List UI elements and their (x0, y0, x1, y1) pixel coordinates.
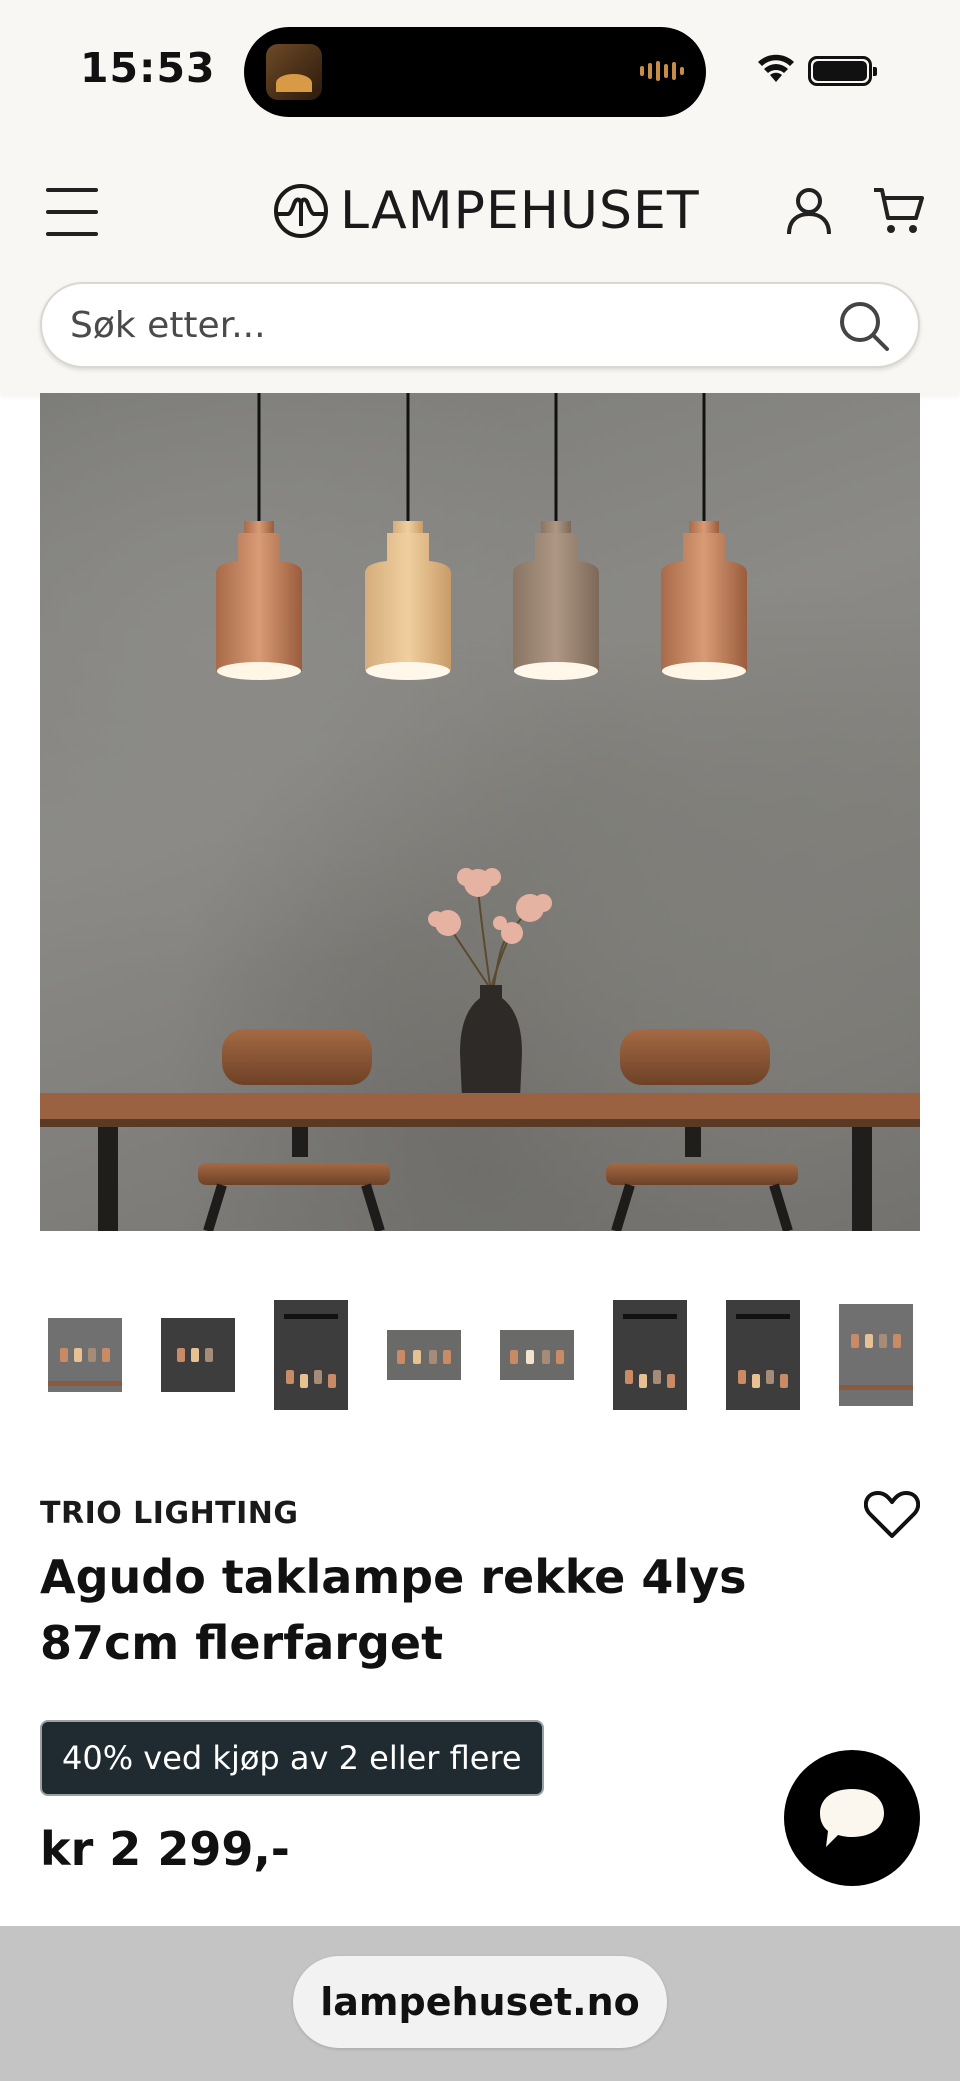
promo-badge: 40% ved kjøp av 2 eller flere (40, 1720, 544, 1796)
browser-url-bar: lampehuset.no (0, 1926, 960, 2081)
cart-icon[interactable] (872, 186, 924, 236)
thumbnail-image (726, 1300, 800, 1410)
thumbnail-2[interactable] (153, 1290, 243, 1420)
product-main-image[interactable] (40, 393, 920, 1231)
site-header: LAMPEHUSET (0, 140, 960, 393)
thumbnail-image (161, 1318, 235, 1392)
thumbnail-strip (40, 1290, 940, 1420)
thumbnail-image (613, 1300, 687, 1410)
chat-button[interactable] (784, 1750, 920, 1886)
thumbnail-6[interactable] (605, 1290, 695, 1420)
thumbnail-image (274, 1300, 348, 1410)
status-bar: 15:53 (0, 0, 960, 140)
hamburger-menu-icon[interactable] (46, 188, 100, 236)
product-title: Agudo taklampe rekke 4lys 87cm flerfarge… (40, 1550, 747, 1670)
thumbnail-4[interactable] (379, 1290, 469, 1420)
product-photo-illustration (40, 393, 920, 1231)
thumbnail-1[interactable] (40, 1290, 130, 1420)
site-logo[interactable]: LAMPEHUSET (272, 180, 700, 242)
thumbnail-5[interactable] (492, 1290, 582, 1420)
now-playing-app-icon (266, 44, 322, 100)
logo-mark-icon (274, 184, 328, 238)
product-brand[interactable]: TRIO LIGHTING (40, 1496, 299, 1531)
search-input[interactable] (70, 284, 830, 366)
thumbnail-image (387, 1330, 461, 1380)
dynamic-island (244, 27, 706, 117)
heart-icon[interactable] (864, 1490, 920, 1540)
logo-text: LAMPEHUSET (340, 181, 700, 241)
thumbnail-8[interactable] (831, 1290, 921, 1420)
status-time: 15:53 (80, 44, 216, 92)
wifi-icon (758, 54, 794, 82)
thumbnail-image (500, 1330, 574, 1380)
thumbnail-3[interactable] (266, 1290, 356, 1420)
product-price: kr 2 299,- (40, 1822, 290, 1876)
battery-icon (808, 56, 877, 86)
thumbnail-image (48, 1318, 122, 1392)
search-icon[interactable] (838, 300, 890, 352)
chat-bubble-icon (820, 1789, 884, 1847)
thumbnail-7[interactable] (718, 1290, 808, 1420)
search-bar (40, 282, 920, 368)
url-pill[interactable]: lampehuset.no (293, 1956, 667, 2048)
audio-bars-icon (640, 61, 684, 81)
thumbnail-image (839, 1304, 913, 1406)
user-icon[interactable] (784, 186, 834, 236)
